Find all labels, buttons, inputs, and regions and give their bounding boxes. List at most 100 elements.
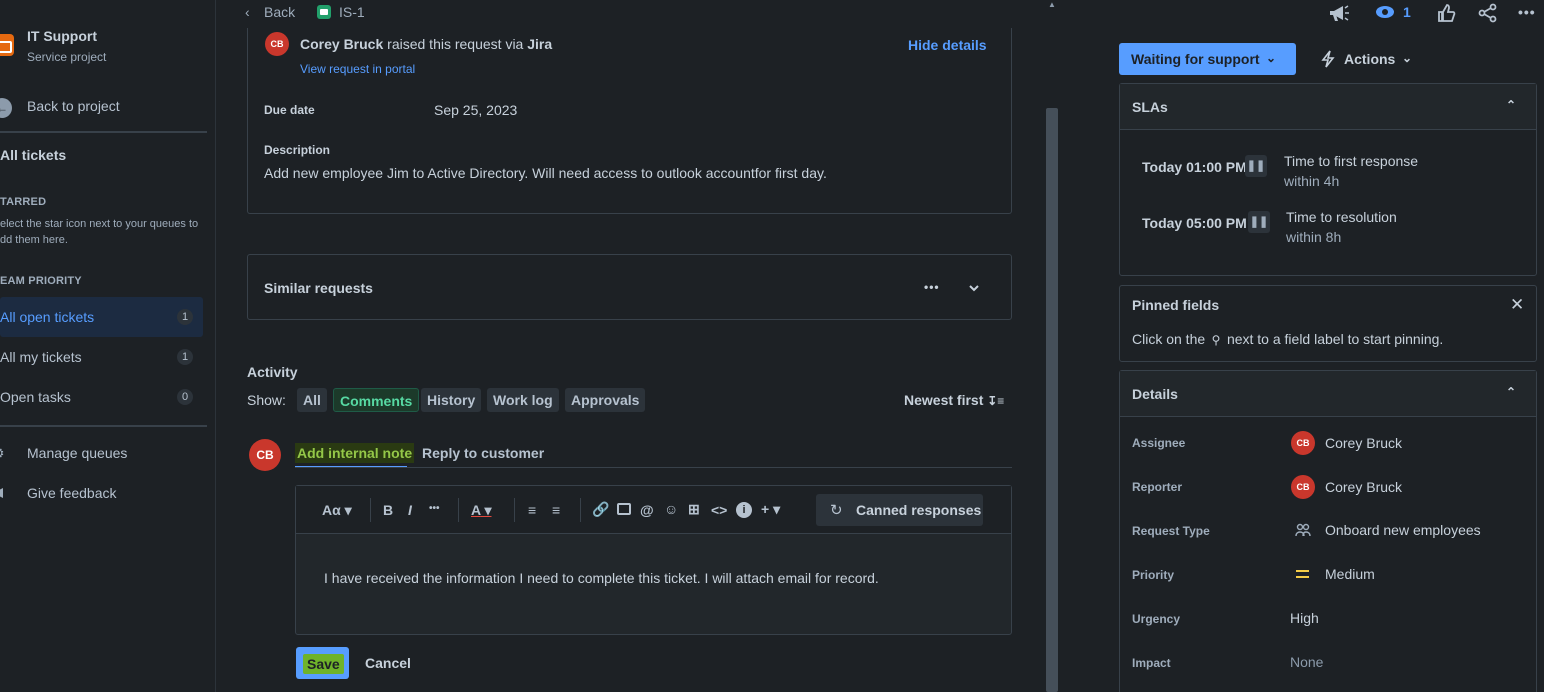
team-priority-heading: EAM PRIORITY (0, 275, 82, 287)
details-title: Details (1132, 386, 1178, 402)
tab-reply-to-customer[interactable]: Reply to customer (422, 445, 544, 461)
table-icon[interactable]: ⊞ (688, 501, 700, 518)
assignee-value[interactable]: Corey Bruck (1325, 435, 1402, 451)
starred-hint: elect the star icon next to your queues … (0, 218, 199, 246)
sidebar-item-all-open-tickets[interactable]: All open tickets 1 (0, 297, 203, 337)
reporter-value[interactable]: Corey Bruck (1325, 479, 1402, 495)
queue-label: All open tickets (0, 309, 95, 325)
description-value[interactable]: Add new employee Jim to Active Directory… (264, 165, 827, 181)
manage-queues-link[interactable]: Manage queues (27, 445, 127, 461)
impact-label: Impact (1132, 656, 1171, 670)
similar-requests-title: Similar requests (264, 280, 373, 296)
filter-approvals[interactable]: Approvals (565, 388, 646, 412)
sidebar-item-all-my-tickets[interactable]: All my tickets 1 (0, 337, 203, 377)
watch-count: 1 (1403, 4, 1411, 20)
starred-heading: TARRED (0, 196, 47, 208)
project-name[interactable]: IT Support (27, 28, 97, 44)
mention-icon[interactable]: @ (640, 502, 654, 518)
sidebar-divider (0, 131, 207, 133)
filter-history[interactable]: History (421, 388, 482, 412)
close-icon[interactable]: ✕ (1510, 295, 1524, 315)
reporter-name[interactable]: Corey Bruck (300, 36, 383, 52)
back-link[interactable]: Back (264, 4, 295, 20)
filter-comments[interactable]: Comments (333, 388, 420, 412)
info-icon[interactable]: i (736, 502, 752, 518)
activity-title: Activity (247, 364, 298, 380)
cancel-button[interactable]: Cancel (365, 655, 411, 671)
status-label: Waiting for support (1131, 51, 1260, 67)
tab-add-internal-note[interactable]: Add internal note (295, 443, 415, 463)
slas-header[interactable] (1120, 84, 1536, 130)
thumbs-up-icon[interactable] (1436, 3, 1456, 26)
pause-icon: ❚❚ (1245, 155, 1267, 177)
more-icon[interactable]: ••• (1518, 4, 1536, 20)
request-type-label: Request Type (1132, 524, 1210, 538)
issue-key-link[interactable]: IS-1 (339, 4, 365, 20)
chevron-down-icon[interactable]: ⌄ (1402, 51, 1412, 65)
queue-label: Open tasks (0, 389, 71, 405)
megaphone-icon[interactable] (1328, 3, 1350, 26)
urgency-label: Urgency (1132, 612, 1181, 626)
text-color-button[interactable]: A ▾ (471, 502, 492, 519)
insert-more-dropdown[interactable]: + ▾ (761, 501, 780, 518)
sla-goal: within 4h (1284, 173, 1340, 189)
priority-value[interactable]: Medium (1325, 566, 1375, 582)
canned-responses-icon: ↻ (830, 502, 843, 519)
chevron-down-icon[interactable] (967, 281, 983, 295)
toolbar-divider (580, 498, 581, 522)
filter-all[interactable]: All (297, 388, 327, 412)
reporter-label: Reporter (1132, 480, 1183, 494)
sla-time: Today 01:00 PM (1142, 159, 1247, 175)
watch-icon[interactable] (1375, 4, 1395, 23)
scrollbar-thumb[interactable] (1046, 108, 1058, 692)
avatar: CB (1291, 475, 1315, 499)
give-feedback-link[interactable]: Give feedback (27, 485, 117, 501)
avatar: CB (265, 32, 289, 56)
share-icon[interactable] (1478, 3, 1498, 26)
bold-button[interactable]: B (383, 502, 393, 518)
hide-details-button[interactable]: Hide details (908, 37, 987, 53)
details-header[interactable] (1120, 371, 1536, 417)
link-icon[interactable]: 🔗 (592, 501, 609, 518)
priority-medium-icon (1296, 570, 1309, 572)
sidebar-item-open-tasks[interactable]: Open tasks 0 (0, 377, 203, 417)
pinned-fields-hint: Click on the ⚲ next to a field label to … (1132, 331, 1443, 347)
queue-count: 1 (177, 349, 193, 365)
more-icon[interactable]: ••• (924, 280, 940, 294)
chevron-up-icon[interactable]: ⌃ (1506, 385, 1516, 399)
view-in-portal-link[interactable]: View request in portal (300, 62, 415, 76)
sla-time: Today 05:00 PM (1142, 215, 1247, 231)
numbered-list-icon[interactable]: ≡ (552, 502, 560, 518)
emoji-icon[interactable]: ☺ (664, 501, 678, 517)
impact-value[interactable]: None (1290, 654, 1323, 670)
filter-work-log[interactable]: Work log (487, 388, 559, 412)
actions-button[interactable]: Actions (1344, 51, 1395, 67)
code-icon[interactable]: <> (711, 502, 727, 518)
queue-label: All my tickets (0, 349, 82, 365)
urgency-value[interactable]: High (1290, 610, 1319, 626)
request-type-value[interactable]: Onboard new employees (1325, 522, 1481, 538)
image-icon[interactable] (617, 503, 631, 515)
more-formatting-button[interactable]: ••• (429, 503, 440, 514)
all-tickets-link[interactable]: All tickets (0, 147, 66, 163)
text-style-dropdown[interactable]: Aα ▾ (322, 502, 352, 519)
sla-name: Time to resolution (1286, 209, 1397, 225)
toolbar-divider (514, 498, 515, 522)
due-date-value[interactable]: Sep 25, 2023 (434, 102, 517, 118)
priority-label: Priority (1132, 568, 1175, 582)
sort-button[interactable]: Newest first ↧≡ (904, 392, 1004, 408)
raised-by-line: Corey Bruck raised this request via Jira (300, 36, 552, 52)
comment-body-input[interactable]: I have received the information I need t… (324, 570, 879, 586)
italic-button[interactable]: I (408, 502, 412, 518)
bullet-list-icon[interactable]: ≡ (528, 502, 536, 518)
scroll-up-arrow[interactable]: ▲ (1046, 0, 1058, 10)
chevron-left-icon[interactable]: ‹ (245, 4, 250, 20)
lightning-icon (1320, 50, 1336, 71)
assignee-label: Assignee (1132, 436, 1186, 450)
back-to-project-link[interactable]: Back to project (27, 98, 120, 114)
channel: Jira (527, 36, 553, 52)
chevron-up-icon[interactable]: ⌃ (1506, 98, 1516, 112)
toolbar-divider (458, 498, 459, 522)
sla-goal: within 8h (1286, 229, 1342, 245)
pin-icon: ⚲ (1211, 333, 1221, 347)
